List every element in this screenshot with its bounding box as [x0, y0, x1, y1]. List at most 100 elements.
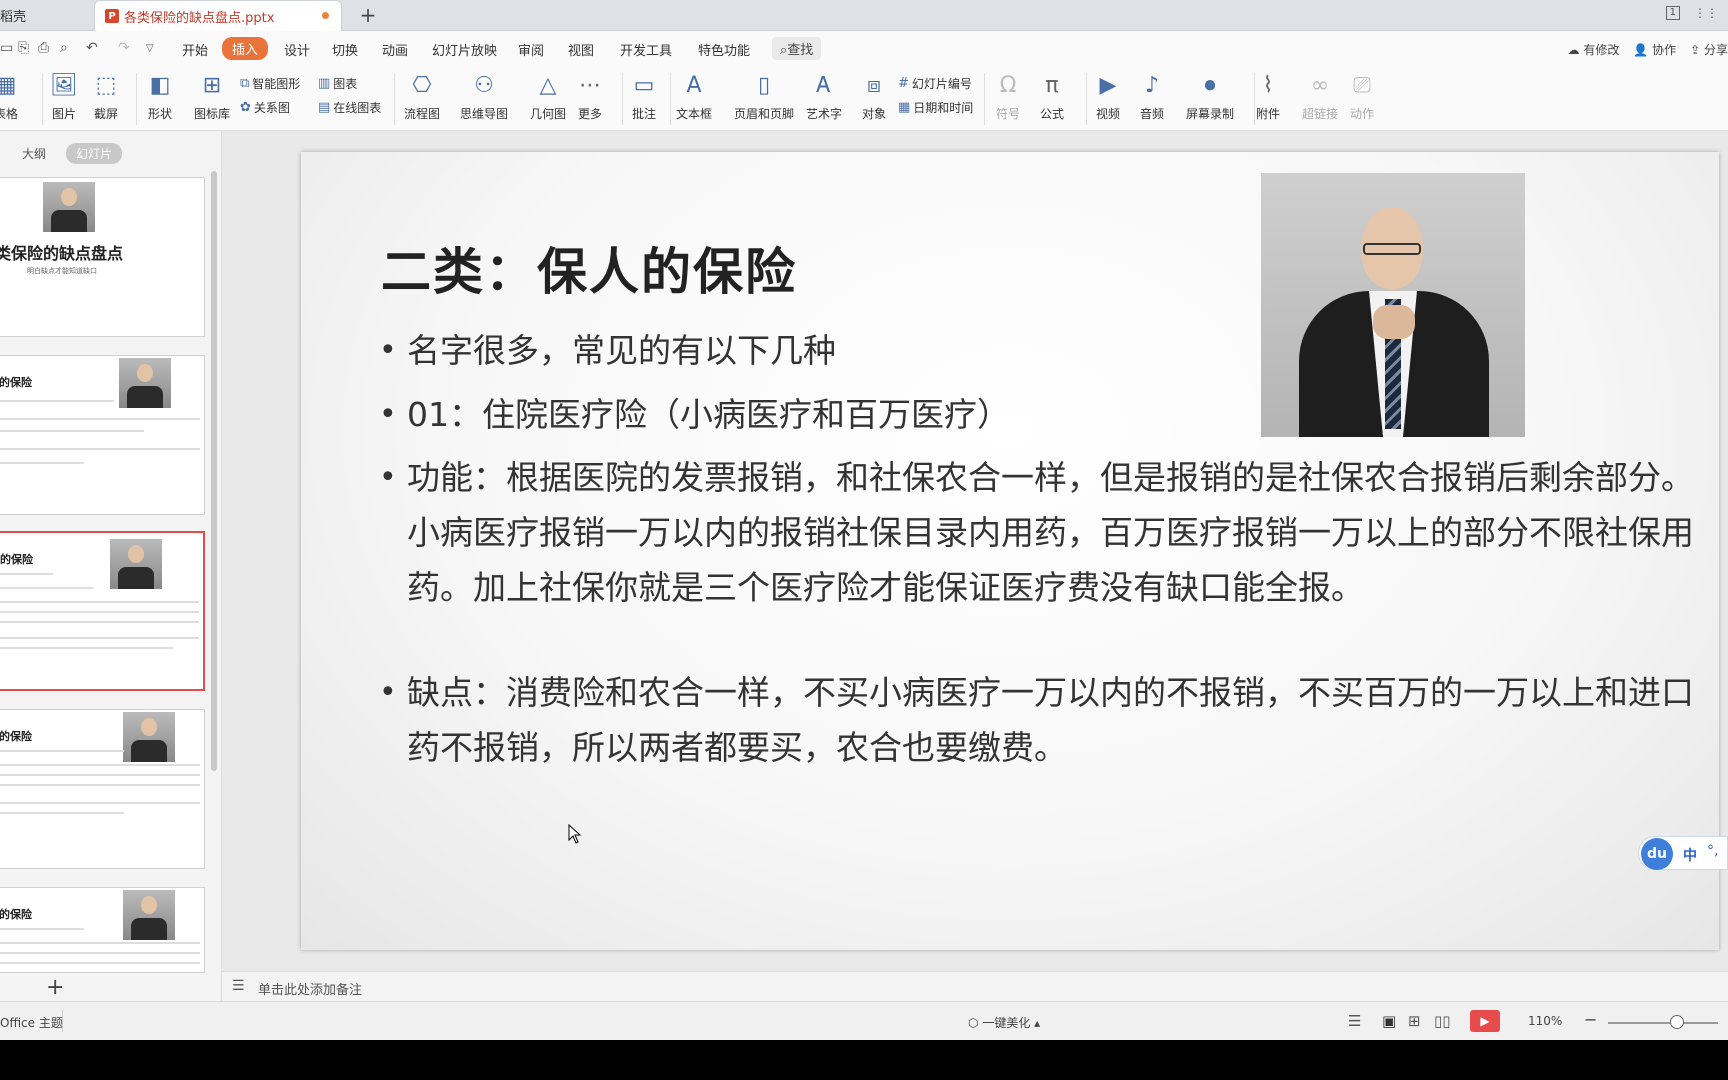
collaborate-button[interactable]: 👤 协作 — [1633, 41, 1676, 58]
ime-toolbar[interactable]: du 中 °, — [1638, 836, 1728, 870]
beautify-label: 一键美化 — [982, 1016, 1031, 1030]
slide-thumbnail-3-selected[interactable]: 的保险 — [0, 531, 205, 691]
tab-home[interactable]: 稻壳 — [0, 0, 88, 31]
slide-thumbnail-2[interactable]: 的保险 — [0, 355, 205, 515]
more-menu-icon[interactable]: ⋮⋮ — [1694, 6, 1718, 20]
iconlib-button[interactable]: ⊞ 图标库 — [194, 71, 230, 122]
modified-button[interactable]: ☁ 有修改 — [1567, 41, 1619, 58]
object-label: 对象 — [862, 107, 887, 121]
slide-thumbnail-5[interactable]: 的保险 — [0, 887, 205, 973]
thumbnail-scrollbar[interactable] — [211, 171, 217, 771]
audio-button[interactable]: ♪ 音频 — [1140, 71, 1164, 122]
slide-title[interactable]: 二类：保人的保险 — [381, 232, 797, 304]
new-tab-button[interactable]: + — [356, 3, 380, 27]
onlinechart-button[interactable]: ▤ 在线图表 — [318, 99, 381, 116]
slide-thumbnail-1[interactable]: 类保险的缺点盘点 明白缺点才能知道缺口 — [0, 177, 205, 337]
current-slide[interactable]: 二类：保人的保险 名字很多，常见的有以下几种 01：住院医疗险（小病医疗和百万医… — [301, 152, 1719, 950]
headerfooter-button[interactable]: ▯ 页眉和页脚 — [734, 71, 794, 122]
formula-button[interactable]: π 公式 — [1040, 71, 1064, 122]
screenrec-button[interactable]: ⏺ 屏幕录制 — [1186, 71, 1234, 122]
slidenum-button[interactable]: # 幻灯片编号 — [898, 75, 972, 92]
add-slide-button[interactable]: + — [46, 975, 64, 1000]
beautify-button[interactable]: ⬡ 一键美化 ▴ — [968, 1014, 1040, 1031]
geometry-button[interactable]: △ 几何图 — [530, 71, 566, 122]
reading-view-icon[interactable]: ▯▯ — [1434, 1012, 1451, 1030]
baidu-ime-icon[interactable]: du — [1641, 838, 1673, 870]
smartart-button[interactable]: ⧉ 智能图形 — [240, 75, 300, 92]
menu-developer[interactable]: 开发工具 — [620, 40, 672, 59]
table-button[interactable]: ▦ 表格 — [0, 71, 18, 122]
relation-button[interactable]: ✿ 关系图 — [240, 99, 290, 116]
zoom-level[interactable]: 110% — [1528, 1014, 1562, 1028]
window-count-icon[interactable]: 1 — [1665, 6, 1680, 20]
paperclip-icon: ⌇ — [1262, 73, 1274, 98]
print-icon[interactable]: ⎙ — [38, 40, 49, 56]
bullet-4[interactable]: 缺点：消费险和农合一样，不买小病医疗一万以内的不报销，不买百万的一万以上和进口药… — [379, 665, 1699, 775]
zoom-out-icon[interactable]: − — [1584, 1010, 1597, 1029]
screenrec-label: 屏幕录制 — [1186, 107, 1235, 121]
share-button[interactable]: ⇪ 分享 — [1690, 41, 1728, 58]
thumb-text-line — [0, 774, 200, 776]
slide-sorter-icon[interactable]: ⊞ — [1408, 1012, 1421, 1030]
redo-icon[interactable]: ↷ — [118, 40, 130, 56]
ime-punctuation[interactable]: °, — [1707, 843, 1718, 859]
save-icon[interactable]: ⎘ — [18, 40, 29, 56]
folder-icon[interactable]: ▭ — [0, 40, 13, 56]
notes-toggle-icon[interactable]: ☰ — [1348, 1012, 1361, 1030]
ime-language[interactable]: 中 — [1683, 845, 1697, 865]
menu-start[interactable]: 开始 — [182, 40, 208, 59]
chart-button[interactable]: ▥ 图表 — [318, 75, 357, 92]
action-button[interactable]: ⎚ 动作 — [1350, 71, 1374, 122]
menu-slideshow[interactable]: 幻灯片放映 — [432, 40, 497, 59]
video-label: 视频 — [1096, 107, 1121, 121]
zoom-slider-knob[interactable] — [1670, 1015, 1684, 1029]
relation-label: 关系图 — [253, 101, 290, 115]
divider — [62, 1010, 63, 1032]
menu-insert[interactable]: 插入 — [222, 37, 269, 60]
menu-animation[interactable]: 动画 — [382, 40, 408, 59]
presenter-photo[interactable] — [1261, 173, 1525, 437]
menu-transition[interactable]: 切换 — [332, 40, 358, 59]
play-slideshow-button[interactable]: ▶ — [1470, 1010, 1500, 1032]
object-button[interactable]: ⧈ 对象 — [862, 71, 886, 122]
thumb-text-line — [0, 952, 200, 954]
share-label: 分享 — [1703, 43, 1728, 57]
tab-slides[interactable]: 幻灯片 — [66, 143, 123, 164]
shape-button[interactable]: ◧ 形状 — [148, 71, 172, 122]
flowchart-button[interactable]: ⎔ 流程图 — [404, 71, 440, 122]
more-button[interactable]: ⋯ 更多 — [578, 71, 602, 122]
menu-view[interactable]: 视图 — [568, 40, 594, 59]
menu-design[interactable]: 设计 — [284, 40, 310, 59]
thumb-photo — [123, 712, 175, 762]
slide-thumbnail-4[interactable]: 的保险 — [0, 709, 205, 869]
symbol-button[interactable]: Ω 符号 — [996, 71, 1020, 122]
menu-review[interactable]: 审阅 — [518, 40, 544, 59]
wordart-button[interactable]: Ꭺ 艺术字 — [806, 71, 842, 122]
bullet-3[interactable]: 功能：根据医院的发票报销，和社保农合一样，但是报销的是社保农合报销后剩余部分。小… — [379, 450, 1699, 615]
notes-bar[interactable]: ☰ 单击此处添加备注 — [222, 971, 1728, 1001]
screenshot-button[interactable]: ⬚ 截屏 — [94, 71, 118, 122]
quick-access-dropdown-icon[interactable]: ▽ — [146, 43, 154, 54]
divider — [1254, 73, 1255, 125]
slide-thumbnail-panel: 大纲 幻灯片 类保险的缺点盘点 明白缺点才能知道缺口 的保险 的保险 的保险 的… — [0, 131, 222, 1001]
datetime-button[interactable]: ▦ 日期和时间 — [898, 99, 973, 116]
picture-button[interactable]: 🖼 图片 — [50, 71, 78, 122]
comment-button[interactable]: ▭ 批注 — [632, 71, 656, 122]
video-button[interactable]: ▶ 视频 — [1096, 71, 1120, 122]
normal-view-icon[interactable]: ▣ — [1382, 1012, 1396, 1030]
mindmap-button[interactable]: ⚇ 思维导图 — [460, 71, 508, 122]
tab-document[interactable]: P 各类保险的缺点盘点.pptx — [94, 0, 342, 31]
hyperlink-button[interactable]: ∞ 超链接 — [1302, 71, 1338, 122]
undo-icon[interactable]: ↶ — [86, 40, 98, 56]
textbox-button[interactable]: A 文本框 — [676, 71, 712, 122]
thumb-text-line — [0, 448, 200, 450]
theme-name[interactable]: Office 主题 — [0, 1014, 63, 1031]
tab-outline[interactable]: 大纲 — [12, 143, 56, 164]
print-preview-icon[interactable]: ⌕ — [60, 40, 68, 56]
search-label: 查找 — [787, 43, 814, 58]
search-box[interactable]: ⌕查找 — [772, 37, 822, 60]
zoom-slider[interactable] — [1608, 1022, 1718, 1024]
menu-special[interactable]: 特色功能 — [698, 40, 750, 59]
notes-placeholder: 单击此处添加备注 — [258, 983, 363, 998]
attach-button[interactable]: ⌇ 附件 — [1256, 71, 1280, 122]
